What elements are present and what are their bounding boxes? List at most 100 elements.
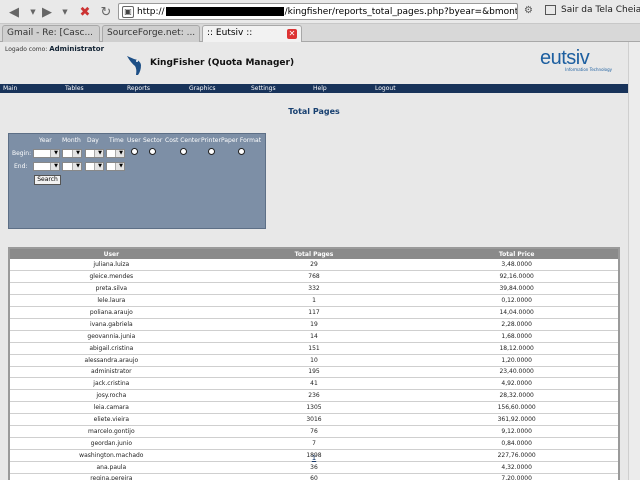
table-row: josy.rocha 236 28,32.0000 bbox=[10, 389, 618, 403]
cell-total-pages: 14 bbox=[212, 330, 416, 343]
site-favicon-icon: ▣ bbox=[122, 5, 134, 18]
cell-total-price: 9,12.0000 bbox=[415, 425, 618, 438]
cell-user: preta.silva bbox=[10, 282, 213, 296]
logged-user: Administrator bbox=[49, 45, 105, 53]
table-row: gleice.mendes 768 92,16.0000 bbox=[10, 270, 618, 284]
exit-fullscreen-button[interactable]: Sair da Tela Cheia bbox=[545, 5, 640, 15]
month-header: Month bbox=[62, 137, 81, 144]
eutsiv-logo: eutsiv Information Technology bbox=[540, 48, 620, 72]
cell-total-price: 14,04.0000 bbox=[415, 306, 618, 319]
table-row: alessandra.araujo 10 1,20.0000 bbox=[10, 354, 618, 367]
logged-in-info: Logado como: Administrator bbox=[5, 45, 104, 53]
menu-graphics[interactable]: Graphics bbox=[186, 84, 248, 93]
cell-total-pages: 117 bbox=[212, 306, 416, 319]
cell-total-pages: 332 bbox=[212, 282, 416, 296]
column-total-pages: Total Pages bbox=[212, 249, 416, 259]
end-month-select[interactable]: ▼ bbox=[62, 162, 82, 171]
cell-total-price: 92,16.0000 bbox=[415, 270, 618, 284]
radio-cost-center[interactable] bbox=[180, 148, 187, 155]
cell-total-pages: 29 bbox=[212, 259, 416, 272]
cell-user: administrator bbox=[10, 366, 213, 379]
kingfisher-logo-icon bbox=[127, 56, 141, 75]
page-title: Total Pages bbox=[288, 107, 340, 116]
page-link-1[interactable]: 1 bbox=[312, 454, 316, 462]
tools-icon[interactable]: ⚙ bbox=[524, 5, 536, 17]
page-scrollbar[interactable] bbox=[628, 42, 640, 480]
table-row: jack.cristina 41 4,92.0000 bbox=[10, 377, 618, 391]
end-day-select[interactable]: ▼ bbox=[85, 162, 104, 171]
cell-total-pages: 1305 bbox=[212, 401, 416, 415]
tab-title: SourceForge.net: ... bbox=[107, 28, 196, 38]
cell-user: ana.paula bbox=[10, 461, 213, 474]
menu-help[interactable]: Help bbox=[310, 84, 372, 93]
begin-year-select[interactable]: ▼ bbox=[33, 149, 60, 158]
cell-total-price: 2,28.0000 bbox=[415, 318, 618, 331]
table-row: administrator 195 23,40.0000 bbox=[10, 366, 618, 379]
close-tab-icon[interactable]: ✕ bbox=[287, 29, 297, 39]
menu-reports[interactable]: Reports bbox=[124, 84, 186, 93]
radio-sector[interactable] bbox=[149, 148, 156, 155]
cell-total-price: 4,32.0000 bbox=[415, 461, 618, 474]
tab-sourceforge[interactable]: SourceForge.net: ... bbox=[102, 25, 200, 42]
cell-total-price: 3,48.0000 bbox=[415, 259, 618, 272]
cell-user: geordan.junio bbox=[10, 437, 213, 450]
tab-eutsiv[interactable]: :: Eutsiv :: ✕ bbox=[202, 25, 302, 43]
menu-tables[interactable]: Tables bbox=[62, 84, 124, 93]
cell-total-pages: 195 bbox=[212, 366, 416, 379]
cell-user: poliana.araujo bbox=[10, 306, 213, 319]
tab-title: Gmail - Re: [Casc... bbox=[7, 28, 94, 38]
cell-user: ivana.gabriela bbox=[10, 318, 213, 331]
url-path: /kingfisher/reports_total_pages.php?byea… bbox=[284, 6, 518, 17]
cell-total-pages: 768 bbox=[212, 270, 416, 284]
cell-total-pages: 1 bbox=[212, 294, 416, 308]
day-header: Day bbox=[87, 137, 99, 144]
radio-paper-format[interactable] bbox=[238, 148, 245, 155]
stop-icon[interactable]: ✖ bbox=[76, 3, 94, 21]
cell-user: jack.cristina bbox=[10, 377, 213, 391]
fullscreen-icon bbox=[545, 5, 556, 15]
browser-toolbar: ◀ ▼ ▶ ▼ ✖ ↻ ▣ http:// /kingfisher/report… bbox=[0, 0, 640, 24]
cell-total-pages: 10 bbox=[212, 354, 416, 367]
cell-total-price: 0,84.0000 bbox=[415, 437, 618, 450]
forward-icon[interactable]: ▶ bbox=[38, 3, 56, 21]
radio-label-paper-format: Paper Format bbox=[221, 137, 262, 144]
begin-month-select[interactable]: ▼ bbox=[62, 149, 82, 158]
reload-icon[interactable]: ↻ bbox=[97, 3, 115, 21]
cell-total-pages: 7 bbox=[212, 437, 416, 450]
back-icon[interactable]: ◀ bbox=[5, 3, 23, 21]
radio-printer[interactable] bbox=[208, 148, 215, 155]
end-time-select[interactable]: ▼ bbox=[106, 162, 125, 171]
radio-label-cost-center: Cost Center bbox=[165, 137, 201, 144]
cell-total-price: 4,92.0000 bbox=[415, 377, 618, 391]
filter-panel: Year Month Day Time User Sector Cost Cen… bbox=[8, 133, 266, 229]
end-label: End: bbox=[14, 163, 28, 170]
radio-user[interactable] bbox=[131, 148, 138, 155]
menu-settings[interactable]: Settings bbox=[248, 84, 310, 93]
table-row: preta.silva 332 39,84.0000 bbox=[10, 282, 618, 296]
table-row: ivana.gabriela 19 2,28.0000 bbox=[10, 318, 618, 331]
cell-total-pages: 36 bbox=[212, 461, 416, 474]
begin-day-select[interactable]: ▼ bbox=[85, 149, 104, 158]
cell-user: josy.rocha bbox=[10, 389, 213, 403]
forward-history-icon[interactable]: ▼ bbox=[56, 3, 74, 21]
cell-total-pages: 19 bbox=[212, 318, 416, 331]
menu-logout[interactable]: Logout bbox=[372, 84, 434, 93]
end-year-select[interactable]: ▼ bbox=[33, 162, 60, 171]
begin-time-select[interactable]: ▼ bbox=[106, 149, 125, 158]
cell-total-price: 23,40.0000 bbox=[415, 366, 618, 379]
search-button[interactable]: Search bbox=[34, 175, 61, 185]
cell-user: juliana.luiza bbox=[10, 259, 213, 272]
cell-total-price: 39,84.0000 bbox=[415, 282, 618, 296]
cell-user: abigail.cristina bbox=[10, 342, 213, 355]
table-row: leia.camara 1305 156,60.0000 bbox=[10, 401, 618, 415]
tab-gmail[interactable]: Gmail - Re: [Casc... bbox=[2, 25, 100, 42]
table-row: lele.laura 1 0,12.0000 bbox=[10, 294, 618, 308]
cell-total-price: 1,20.0000 bbox=[415, 354, 618, 367]
menu-main[interactable]: Main bbox=[0, 84, 62, 93]
begin-label: Begin: bbox=[12, 150, 32, 157]
table-header-row: User Total Pages Total Price bbox=[10, 249, 618, 259]
main-menu: Main Tables Reports Graphics Settings He… bbox=[0, 84, 628, 93]
table-row: juliana.luiza 29 3,48.0000 bbox=[10, 259, 618, 272]
address-bar[interactable]: ▣ http:// /kingfisher/reports_total_page… bbox=[118, 3, 518, 20]
cell-total-pages: 3016 bbox=[212, 413, 416, 426]
